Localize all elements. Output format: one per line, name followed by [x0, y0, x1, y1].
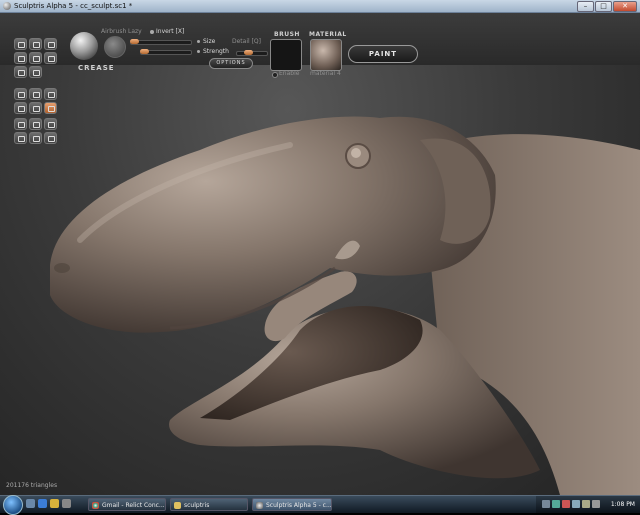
lazy-slider-knob[interactable]: [140, 49, 149, 54]
export-icon[interactable]: [44, 118, 57, 130]
crease-tool-icon[interactable]: [44, 38, 57, 50]
invert-dot[interactable]: [150, 30, 154, 34]
wireframe-tool-icon[interactable]: [44, 88, 57, 100]
material-name: material 4: [310, 70, 341, 77]
antivirus-icon[interactable]: [562, 500, 570, 508]
nostril: [54, 263, 70, 273]
mask-tool-icon[interactable]: [29, 88, 42, 100]
symmetry-tool-icon[interactable]: [14, 88, 27, 100]
enable-label[interactable]: Enable: [279, 70, 299, 77]
task-label: Sculptris Alpha 5 - c...: [266, 502, 332, 509]
window-controls: – □ ✕: [577, 1, 637, 12]
task-label: sculptris: [184, 502, 210, 509]
import-icon[interactable]: [29, 118, 42, 130]
smooth-tool-icon[interactable]: [29, 102, 42, 114]
folder-icon: [174, 502, 181, 509]
task-gmail[interactable]: Gmail - Relict Conc...: [88, 498, 166, 511]
quicklaunch-icon[interactable]: [62, 499, 71, 508]
airbrush-toggle[interactable]: [104, 36, 126, 58]
material-swatch[interactable]: [310, 39, 342, 71]
airbrush-slider[interactable]: [130, 40, 192, 45]
flatten-tool-icon[interactable]: [14, 66, 27, 78]
volume-icon[interactable]: [592, 500, 600, 508]
tray-icon[interactable]: [582, 500, 590, 508]
close-button[interactable]: ✕: [613, 1, 637, 12]
brush-preview-sphere[interactable]: [70, 32, 98, 60]
rotate-tool-icon[interactable]: [14, 52, 27, 64]
task-label: Gmail - Relict Conc...: [102, 502, 165, 509]
settings-icon[interactable]: [44, 132, 57, 144]
tray-icon[interactable]: [572, 500, 580, 508]
reduce-tool-icon[interactable]: [14, 102, 27, 114]
detail-slider-knob[interactable]: [244, 50, 253, 55]
size-label: Size: [203, 38, 216, 45]
window-title: Sculptris Alpha 5 - cc_sculpt.sc1 *: [14, 2, 133, 10]
airbrush-slider-knob[interactable]: [130, 39, 139, 44]
explorer-icon[interactable]: [50, 499, 59, 508]
show-desktop-icon[interactable]: [26, 499, 35, 508]
task-sculptris-app[interactable]: Sculptris Alpha 5 - c...: [252, 498, 332, 511]
sculptris-icon: [256, 502, 263, 509]
task-sculptris-folder[interactable]: sculptris: [170, 498, 248, 511]
brush-swatch[interactable]: [270, 39, 302, 71]
redo-icon[interactable]: [29, 132, 42, 144]
triangle-count: 201176 triangles: [6, 482, 58, 489]
pinch-tool-icon[interactable]: [29, 66, 42, 78]
enable-dot[interactable]: [272, 72, 278, 78]
airbrush-label[interactable]: Airbrush: [101, 28, 126, 35]
tool-panel: CREASE Airbrush Lazy Invert [X] Size Det…: [0, 13, 640, 78]
viewport-3d[interactable]: [0, 13, 640, 495]
network-icon[interactable]: [552, 500, 560, 508]
maximize-button[interactable]: □: [595, 1, 612, 12]
options-button[interactable]: OPTIONS: [209, 58, 253, 69]
scale-tool-icon[interactable]: [29, 52, 42, 64]
start-button[interactable]: [3, 495, 23, 515]
title-bar: Sculptris Alpha 5 - cc_sculpt.sc1 * – □ …: [0, 0, 640, 13]
strength-label: Strength: [203, 48, 229, 55]
lazy-label[interactable]: Lazy: [128, 28, 142, 35]
system-tray: 1:08 PM: [536, 496, 640, 513]
undo-icon[interactable]: [14, 132, 27, 144]
chrome-icon: [92, 502, 99, 509]
inflate-tool-icon[interactable]: [29, 38, 42, 50]
sculpt-model[interactable]: [0, 13, 640, 495]
draw-tool-icon[interactable]: [14, 38, 27, 50]
tray-arrow-icon[interactable]: [542, 500, 550, 508]
brush-title: BRUSH: [274, 31, 300, 38]
brush-name: CREASE: [78, 64, 115, 72]
material-title: MATERIAL: [309, 31, 347, 38]
clock[interactable]: 1:08 PM: [611, 496, 635, 513]
paint-button[interactable]: PAINT: [348, 45, 418, 63]
new-sphere-icon[interactable]: [14, 118, 27, 130]
active-crease-tool-icon[interactable]: [44, 102, 57, 114]
invert-label[interactable]: Invert [X]: [156, 28, 184, 35]
taskbar: Gmail - Relict Conc... sculptris Sculptr…: [0, 495, 640, 515]
grab-tool-icon[interactable]: [44, 52, 57, 64]
ie-icon[interactable]: [38, 499, 47, 508]
detail-label[interactable]: Detail [Q]: [232, 38, 261, 45]
minimize-button[interactable]: –: [577, 1, 594, 12]
app-icon[interactable]: [3, 2, 11, 10]
